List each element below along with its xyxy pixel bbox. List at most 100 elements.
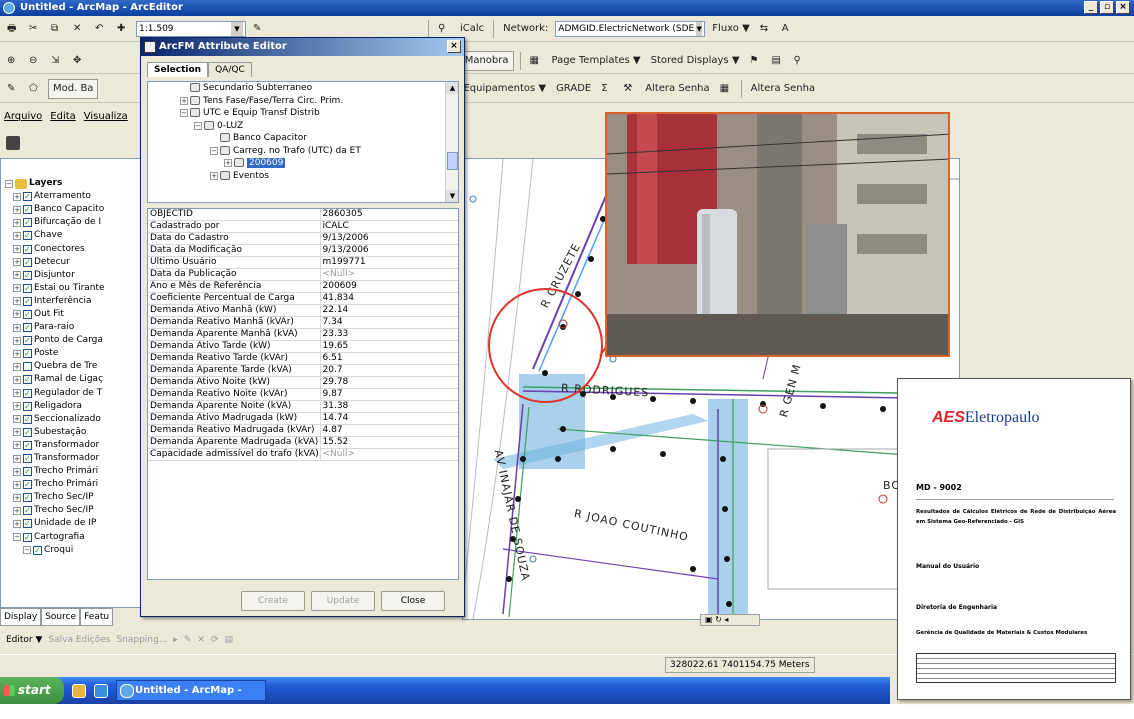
- mod-ba-button[interactable]: Mod. Ba: [48, 79, 99, 99]
- attribute-row[interactable]: Demanda Aparente Madrugada (kVA) 15.52: [148, 436, 458, 450]
- attribute-row[interactable]: Último Usuário m199771: [148, 256, 458, 270]
- cut-icon[interactable]: ✂: [26, 19, 44, 39]
- layer-visibility-checkbox[interactable]: ✓: [23, 454, 32, 464]
- layer-visibility-checkbox[interactable]: ✓: [23, 388, 32, 398]
- toolbar-overflow[interactable]: A: [779, 19, 797, 39]
- toc-layer-item[interactable]: + ✓ Detecur: [5, 256, 141, 269]
- layer-visibility-checkbox[interactable]: ✓: [23, 401, 32, 411]
- attribute-value[interactable]: 14.74: [320, 412, 458, 426]
- layer-visibility-checkbox[interactable]: ✓: [23, 323, 32, 333]
- create-button[interactable]: Create: [241, 591, 305, 611]
- expand-icon[interactable]: +: [13, 428, 21, 437]
- layer-visibility-checkbox[interactable]: ✓: [23, 336, 32, 346]
- toc-layer-item[interactable]: + ✓ Trecho Primári: [5, 465, 141, 478]
- layer-visibility-checkbox[interactable]: ✓: [23, 231, 32, 241]
- tree-scrollbar[interactable]: ▲ ▼: [445, 82, 458, 202]
- expand-icon[interactable]: +: [13, 297, 21, 306]
- scroll-thumb[interactable]: [447, 152, 458, 170]
- cut-polygon-icon[interactable]: ✕: [197, 635, 205, 645]
- layer-visibility-checkbox[interactable]: ✓: [23, 427, 32, 437]
- attribute-row[interactable]: Demanda Reativo Noite (kVAr) 9.87: [148, 388, 458, 402]
- layer-visibility-checkbox[interactable]: ✓: [23, 218, 32, 228]
- expand-icon[interactable]: +: [13, 205, 21, 214]
- layer-visibility-checkbox[interactable]: ✓: [23, 244, 32, 254]
- attribute-value[interactable]: 6.51: [320, 352, 458, 366]
- collapse-icon[interactable]: −: [194, 121, 202, 130]
- toc-layer-item[interactable]: + ✓ Out Fit: [5, 308, 141, 321]
- attribute-row[interactable]: Demanda Ativo Manhã (kW) 22.14: [148, 304, 458, 318]
- expand-icon[interactable]: +: [13, 271, 21, 280]
- layer-visibility-checkbox[interactable]: ✓: [23, 205, 32, 215]
- attribute-value[interactable]: 9.87: [320, 388, 458, 402]
- toc-layer-item[interactable]: − ✓ Croqui: [5, 544, 141, 557]
- attribute-row[interactable]: Demanda Ativo Noite (kW) 29.78: [148, 376, 458, 390]
- collapse-icon[interactable]: −: [23, 546, 31, 555]
- attribute-value[interactable]: 2860305: [320, 209, 458, 222]
- expand-icon[interactable]: +: [13, 336, 21, 345]
- expand-icon[interactable]: +: [13, 218, 21, 227]
- toc-layer-item[interactable]: + ✓ Regulador de T: [5, 387, 141, 400]
- scroll-up-icon[interactable]: ▲: [446, 82, 458, 94]
- tree-item-selected[interactable]: +200609: [148, 157, 458, 170]
- toc-layer-item[interactable]: + ✓ Trecho Sec/IP: [5, 504, 141, 517]
- tree-item[interactable]: − UTC e Equip Transf Distrib: [148, 107, 458, 120]
- quick-launch-icon[interactable]: [72, 683, 86, 698]
- layer-visibility-checkbox[interactable]: ✓: [23, 506, 32, 516]
- attribute-value[interactable]: 4.87: [320, 424, 458, 438]
- attribute-row[interactable]: Demanda Aparente Manhã (kVA) 23.33: [148, 328, 458, 342]
- layer-visibility-checkbox[interactable]: ✓: [23, 192, 32, 202]
- attribute-value[interactable]: 7.34: [320, 316, 458, 330]
- toc-layer-item[interactable]: + ✓ Conectores: [5, 242, 141, 255]
- network-combo[interactable]: ADMGID.ElectricNetwork (SDE ▼: [555, 20, 706, 37]
- attribute-row[interactable]: Demanda Aparente Noite (kVA) 31.38: [148, 400, 458, 414]
- expand-icon[interactable]: +: [13, 402, 21, 411]
- menu-arquivo[interactable]: Arquivo: [4, 111, 42, 122]
- toc-layer-item[interactable]: + ✓ Transformador: [5, 452, 141, 465]
- expand-icon[interactable]: +: [13, 389, 21, 398]
- close-icon[interactable]: ×: [447, 40, 461, 53]
- attribute-value[interactable]: <Null>: [320, 268, 458, 282]
- grade-button[interactable]: GRADE: [553, 79, 594, 99]
- expand-icon[interactable]: +: [13, 375, 21, 384]
- tree-item[interactable]: − 0-LUZ: [148, 120, 458, 133]
- toc-layer-item[interactable]: + ✓ Bifurcação de I: [5, 216, 141, 229]
- tool-icons-group[interactable]: [272, 19, 422, 39]
- toc-layer-item[interactable]: + ✓ Disjuntor: [5, 269, 141, 282]
- add-data-icon[interactable]: ✚: [114, 19, 132, 39]
- expand-icon[interactable]: +: [13, 323, 21, 332]
- altera-senha-button-2[interactable]: Altera Senha: [748, 79, 818, 99]
- salva-edicoes-button[interactable]: Salva Edições: [48, 635, 110, 645]
- layer-visibility-checkbox[interactable]: ✓: [23, 283, 32, 293]
- sketch-tool-icon[interactable]: ▸: [173, 635, 178, 645]
- layer-visibility-checkbox[interactable]: ✓: [23, 349, 32, 359]
- expand-icon[interactable]: +: [13, 362, 21, 371]
- attribute-value[interactable]: 15.52: [320, 436, 458, 450]
- collapse-icon[interactable]: −: [13, 533, 21, 542]
- tab-selection[interactable]: Selection: [147, 62, 209, 77]
- toc-layer-item[interactable]: + ✓ Subestação: [5, 426, 141, 439]
- toc-layer-item[interactable]: + ✓ Trecho Primári: [5, 478, 141, 491]
- layer-visibility-checkbox[interactable]: ✓: [23, 257, 32, 267]
- expand-icon[interactable]: +: [13, 493, 21, 502]
- attribute-row[interactable]: Data da Publicação <Null>: [148, 268, 458, 282]
- expand-icon[interactable]: +: [13, 467, 21, 476]
- layer-visibility-checkbox[interactable]: ✓: [23, 309, 32, 319]
- tab-features[interactable]: Featu: [80, 608, 114, 626]
- layer-visibility-checkbox[interactable]: ✓: [23, 467, 32, 477]
- pencil-icon[interactable]: ✎: [184, 635, 192, 645]
- tree-item[interactable]: Secundario Subterraneo: [148, 82, 458, 95]
- tab-display[interactable]: Display: [0, 608, 42, 626]
- menu-visualiza[interactable]: Visualiza: [84, 111, 128, 122]
- pan-icon[interactable]: ✥: [70, 51, 88, 71]
- page-templates-menu[interactable]: Page Templates ▼: [549, 51, 644, 71]
- attribute-value[interactable]: 20.7: [320, 364, 458, 378]
- expand-icon[interactable]: +: [13, 192, 21, 201]
- editor-pencil-icon[interactable]: ✎: [250, 19, 268, 39]
- layer-visibility-checkbox[interactable]: [23, 362, 32, 372]
- toc-layer-item[interactable]: + ✓ Aterramento: [5, 190, 141, 203]
- attribute-row[interactable]: Demanda Reativo Madrugada (kVAr) 4.87: [148, 424, 458, 438]
- attribute-row[interactable]: OBJECTID 2860305: [148, 209, 458, 222]
- editor-menu[interactable]: Editor ▼: [6, 635, 42, 645]
- toc-root-layers[interactable]: − Layers: [5, 177, 141, 190]
- undo-icon[interactable]: ↶: [92, 19, 110, 39]
